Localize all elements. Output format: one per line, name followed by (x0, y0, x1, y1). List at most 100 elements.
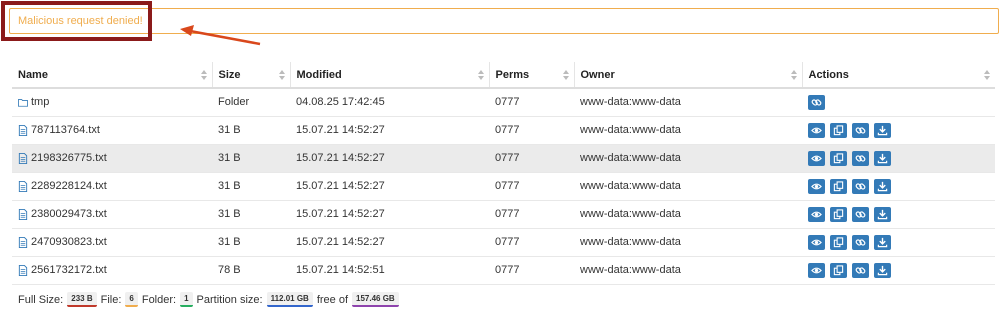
table-row[interactable]: 787113764.txt 31 B 15.07.21 14:52:27 077… (12, 116, 995, 145)
download-icon (877, 181, 888, 192)
column-header-actions[interactable]: Actions (802, 62, 995, 89)
link-button[interactable] (852, 206, 869, 222)
partition-size-badge: 112.01 GB (266, 292, 313, 307)
file-name-link[interactable]: 2470930823.txt (31, 236, 107, 248)
file-icon (18, 236, 28, 248)
copy-button[interactable] (830, 178, 847, 194)
file-count-badge: 6 (125, 292, 138, 307)
folder-icon (18, 97, 28, 108)
cell-name: 2198326775.txt (12, 144, 212, 173)
download-button[interactable] (874, 178, 891, 194)
link-button[interactable] (852, 178, 869, 194)
file-name-link[interactable]: tmp (31, 96, 49, 108)
eye-icon (811, 153, 822, 164)
link-button[interactable] (808, 94, 825, 110)
table-header-row: Name Size Modified Perms Owner Actions (12, 62, 995, 89)
file-count-label: File: (100, 293, 122, 306)
eye-button[interactable] (808, 178, 825, 194)
download-button[interactable] (874, 206, 891, 222)
cell-size: 31 B (212, 172, 290, 201)
download-button[interactable] (874, 262, 891, 278)
table-row[interactable]: 2470930823.txt 31 B 15.07.21 14:52:27 07… (12, 228, 995, 257)
file-name-link[interactable]: 2380029473.txt (31, 208, 107, 220)
cell-owner: www-data:www-data (574, 228, 802, 257)
cell-perms[interactable]: 0777 (489, 116, 574, 145)
cell-modified: 04.08.25 17:42:45 (290, 88, 489, 117)
download-button[interactable] (874, 150, 891, 166)
cell-size: 78 B (212, 256, 290, 285)
copy-button[interactable] (830, 206, 847, 222)
download-icon (877, 209, 888, 220)
column-header-perms[interactable]: Perms (489, 62, 575, 89)
download-icon (877, 153, 888, 164)
link-button[interactable] (852, 122, 869, 138)
folder-count-label: Folder: (141, 293, 177, 306)
eye-button[interactable] (808, 262, 825, 278)
cell-perms[interactable]: 0777 (489, 88, 574, 117)
file-icon (18, 180, 28, 192)
file-name-link[interactable]: 2289228124.txt (31, 180, 107, 192)
alert-message: Malicious request denied! (9, 8, 999, 34)
column-header-name[interactable]: Name (12, 62, 213, 89)
copy-button[interactable] (830, 234, 847, 250)
file-table-container: Name Size Modified Perms Owner Actions t… (12, 62, 995, 285)
link-icon (855, 125, 866, 136)
table-row[interactable]: 2289228124.txt 31 B 15.07.21 14:52:27 07… (12, 172, 995, 201)
cell-actions (802, 200, 995, 229)
cell-perms[interactable]: 0777 (489, 172, 574, 201)
link-icon (855, 153, 866, 164)
column-header-size[interactable]: Size (212, 62, 291, 89)
cell-owner: www-data:www-data (574, 200, 802, 229)
copy-button[interactable] (830, 150, 847, 166)
table-row[interactable]: 2561732172.txt 78 B 15.07.21 14:52:51 07… (12, 256, 995, 285)
eye-button[interactable] (808, 234, 825, 250)
file-name-link[interactable]: 787113764.txt (31, 124, 100, 136)
total-size-badge: 157.46 GB (352, 292, 399, 307)
download-button[interactable] (874, 234, 891, 250)
column-header-owner[interactable]: Owner (574, 62, 803, 89)
eye-button[interactable] (808, 150, 825, 166)
eye-button[interactable] (808, 206, 825, 222)
link-icon (811, 97, 822, 108)
file-icon (18, 264, 28, 276)
cell-name: 2561732172.txt (12, 256, 212, 285)
cell-perms[interactable]: 0777 (489, 228, 574, 257)
file-name-link[interactable]: 2198326775.txt (31, 152, 107, 164)
eye-button[interactable] (808, 122, 825, 138)
link-button[interactable] (852, 150, 869, 166)
copy-icon (833, 180, 844, 192)
eye-icon (811, 209, 822, 220)
free-of-label: free of (316, 293, 349, 306)
eye-icon (811, 265, 822, 276)
link-button[interactable] (852, 234, 869, 250)
cell-size: 31 B (212, 144, 290, 173)
annotation-arrow-icon (180, 25, 261, 46)
footer-stats: Full Size: 233 B File: 6 Folder: 1 Parti… (18, 292, 399, 307)
cell-modified: 15.07.21 14:52:27 (290, 228, 489, 257)
table-row[interactable]: 2198326775.txt 31 B 15.07.21 14:52:27 07… (12, 144, 995, 173)
download-button[interactable] (874, 122, 891, 138)
cell-name: 787113764.txt (12, 116, 212, 145)
link-button[interactable] (852, 262, 869, 278)
sort-icon (562, 70, 569, 80)
copy-button[interactable] (830, 262, 847, 278)
cell-perms[interactable]: 0777 (489, 200, 574, 229)
cell-name: tmp (12, 88, 212, 117)
file-name-link[interactable]: 2561732172.txt (31, 264, 107, 276)
eye-icon (811, 125, 822, 136)
table-row[interactable]: 2380029473.txt 31 B 15.07.21 14:52:27 07… (12, 200, 995, 229)
download-icon (877, 125, 888, 136)
cell-owner: www-data:www-data (574, 172, 802, 201)
cell-perms[interactable]: 0777 (489, 256, 574, 285)
copy-icon (833, 264, 844, 276)
file-icon (18, 208, 28, 220)
cell-perms[interactable]: 0777 (489, 144, 574, 173)
sort-icon (984, 70, 990, 80)
sort-icon (200, 70, 207, 80)
link-icon (855, 265, 866, 276)
copy-button[interactable] (830, 122, 847, 138)
table-row[interactable]: tmp Folder 04.08.25 17:42:45 0777 www-da… (12, 88, 995, 117)
cell-modified: 15.07.21 14:52:51 (290, 256, 489, 285)
column-header-modified[interactable]: Modified (290, 62, 490, 89)
cell-modified: 15.07.21 14:52:27 (290, 172, 489, 201)
